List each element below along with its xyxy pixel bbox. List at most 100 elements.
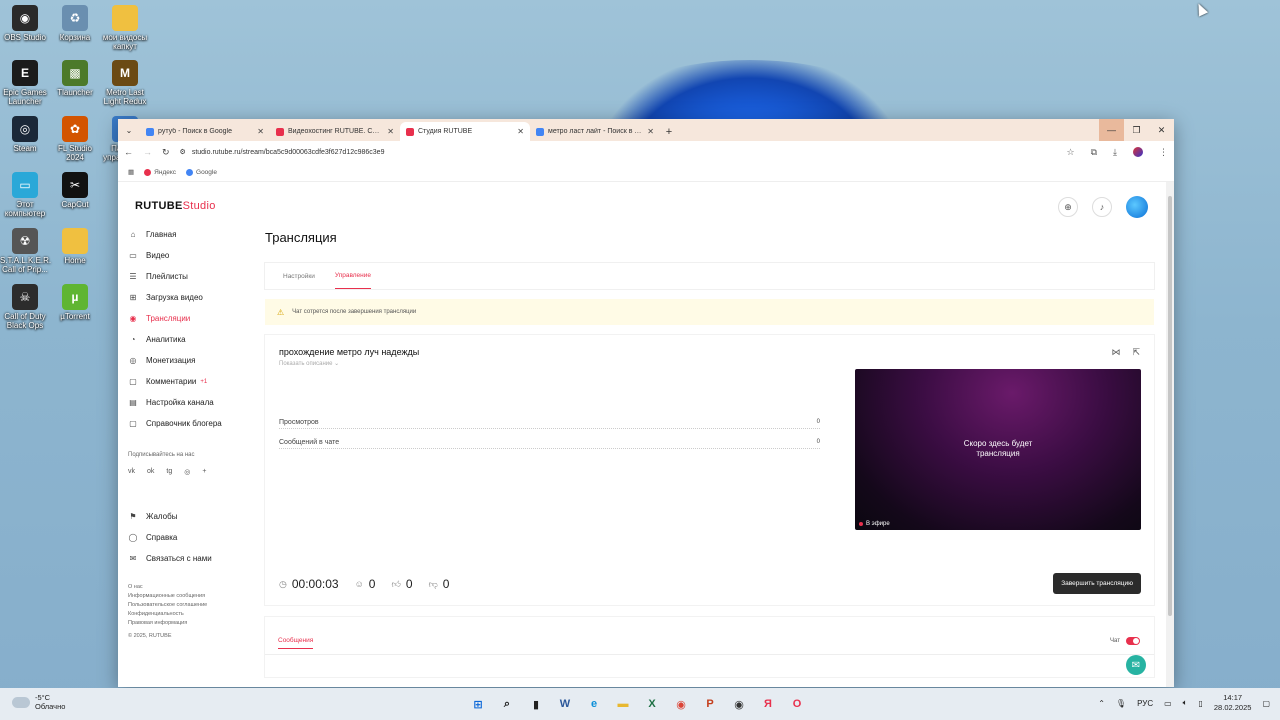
- site-info-icon[interactable]: ⚙: [180, 148, 186, 156]
- desktop-icon[interactable]: M Metro Last Light Redux: [100, 60, 150, 106]
- taskbar-start-icon[interactable]: ⊞: [468, 693, 488, 715]
- footer-link[interactable]: Правовая информация: [128, 619, 258, 628]
- desktop-icon[interactable]: ✿ FL Studio 2024: [50, 116, 100, 162]
- weather-widget[interactable]: -5°C Облачно: [12, 693, 65, 711]
- url-field[interactable]: ⚙ studio.rutube.ru/stream/bca5c9d00063cd…: [180, 148, 1057, 157]
- close-tab-icon[interactable]: ✕: [257, 127, 264, 136]
- sidebar-item-home[interactable]: ⌂ Главная: [128, 224, 258, 245]
- social-4-icon[interactable]: +: [202, 468, 206, 476]
- chevron-up-icon[interactable]: ⌃: [1098, 699, 1105, 708]
- stream-preview[interactable]: Скоро здесь будет трансляция В эфире: [855, 369, 1141, 530]
- desktop-icon[interactable]: ✂ CapCut: [50, 172, 100, 209]
- taskbar-yandex-icon[interactable]: Я: [758, 693, 778, 715]
- forward-icon[interactable]: →: [143, 147, 152, 157]
- user-avatar[interactable]: [1126, 196, 1148, 218]
- desktop-icon[interactable]: мои видосы капкут: [100, 5, 150, 51]
- sidebar-item-playlists[interactable]: ☰ Плейлисты: [128, 266, 258, 287]
- desktop-icon[interactable]: ▩ Tlauncher: [50, 60, 100, 97]
- reload-icon[interactable]: ↻: [162, 147, 170, 158]
- taskbar-word-icon[interactable]: W: [555, 693, 575, 715]
- footer-link[interactable]: Пользовательское соглашение: [128, 601, 258, 610]
- desktop-icon[interactable]: ☢ S.T.A.L.K.E.R. Call of Prip...: [0, 228, 51, 274]
- downloads-icon[interactable]: ⤓: [1113, 147, 1117, 158]
- social-2-icon[interactable]: tg: [166, 468, 172, 476]
- desktop-icon[interactable]: ◎ Steam: [0, 116, 50, 153]
- browser-tab[interactable]: Студия RUTUBE ✕: [400, 122, 530, 141]
- scrollbar-thumb[interactable]: [1168, 196, 1172, 616]
- sidebar-item-blogger-guide[interactable]: ▢ Справочник блогера: [128, 413, 258, 434]
- bookmark-item[interactable]: Google: [186, 168, 217, 176]
- chat-toggle[interactable]: [1126, 637, 1140, 645]
- taskbar-task-view-icon[interactable]: ▮: [526, 693, 546, 715]
- taskbar-opera-icon[interactable]: O: [787, 693, 807, 715]
- messages-tab[interactable]: Сообщения: [278, 637, 314, 649]
- browser-tab[interactable]: Видеохостинг RUTUBE. Смотр... ✕: [270, 122, 400, 141]
- desktop-icon[interactable]: ▭ Этот компьютер: [0, 172, 50, 218]
- sidebar-item-channel-settings[interactable]: ▤ Настройка канала: [128, 392, 258, 413]
- language-indicator[interactable]: РУС: [1137, 699, 1153, 708]
- social-0-icon[interactable]: vk: [128, 468, 135, 476]
- volume-icon[interactable]: 🔈︎: [1183, 698, 1188, 708]
- show-description-link[interactable]: Показать описание ⌄: [279, 360, 339, 367]
- support-chat-icon[interactable]: ✉: [1126, 655, 1146, 675]
- taskbar-obs-icon[interactable]: ◉: [729, 693, 749, 715]
- new-tab-button[interactable]: +: [660, 122, 678, 141]
- sidebar-item-help[interactable]: ◯ Справка: [128, 527, 258, 548]
- back-icon[interactable]: ←: [124, 147, 133, 157]
- clock[interactable]: 14:17 28.02.2025: [1214, 693, 1252, 713]
- bookmark-item[interactable]: Яндекс: [144, 168, 176, 176]
- footer-link[interactable]: Информационные сообщения: [128, 592, 258, 601]
- share-icon[interactable]: ⋈: [1111, 347, 1120, 358]
- extensions-icon[interactable]: ⧉: [1091, 147, 1097, 158]
- tab-1[interactable]: Управление: [334, 263, 372, 289]
- battery-icon[interactable]: ▯: [1198, 699, 1202, 708]
- footer-link[interactable]: О нас: [128, 583, 258, 592]
- browser-tab[interactable]: рутуб - Поиск в Google ✕: [140, 122, 270, 141]
- desktop-icon[interactable]: Home: [50, 228, 100, 265]
- tab-0[interactable]: Настройки: [283, 263, 315, 289]
- external-link-icon[interactable]: ⇱: [1132, 347, 1140, 358]
- page-scrollbar[interactable]: [1166, 182, 1174, 687]
- desktop-icon[interactable]: ☠ Call of Duty Black Ops: [0, 284, 50, 330]
- sidebar-item-comments[interactable]: ▢ Комментарии +1: [128, 371, 258, 392]
- rutube-studio-logo[interactable]: RUTUBEStudio: [135, 200, 216, 212]
- sidebar-item-monetization[interactable]: ◎ Монетизация: [128, 350, 258, 371]
- menu-icon[interactable]: ⋮: [1159, 147, 1168, 158]
- close-tab-icon[interactable]: ✕: [387, 127, 394, 136]
- mic-icon[interactable]: 🎙︎: [1116, 699, 1126, 708]
- close-tab-icon[interactable]: ✕: [517, 127, 524, 136]
- browser-tab[interactable]: метро ласт лайт - Поиск в Go... ✕: [530, 122, 660, 141]
- desktop-icon[interactable]: ◉ OBS Studio: [0, 5, 50, 42]
- close-tab-icon[interactable]: ✕: [647, 127, 654, 136]
- desktop-icon[interactable]: µ µTorrent: [50, 284, 100, 321]
- maximize-icon[interactable]: ❐: [1124, 119, 1149, 141]
- upload-icon[interactable]: ⊕: [1058, 197, 1078, 217]
- social-3-icon[interactable]: ◎: [184, 468, 190, 476]
- taskbar-chrome-icon[interactable]: ◉: [671, 693, 691, 715]
- desktop-icon[interactable]: ♻ Корзина: [50, 5, 100, 42]
- sidebar-item-analytics[interactable]: ◔ Аналитика: [128, 329, 258, 350]
- bell-icon[interactable]: ♪: [1092, 197, 1112, 217]
- bookmark-star-icon[interactable]: ☆: [1067, 147, 1075, 158]
- sidebar-item-contact[interactable]: ✉ Связаться с нами: [128, 548, 258, 569]
- sidebar-item-upload[interactable]: ⊞ Загрузка видео: [128, 287, 258, 308]
- taskbar-search-icon[interactable]: ⌕: [497, 693, 517, 715]
- notification-icon[interactable]: ▢: [1262, 699, 1270, 708]
- network-icon[interactable]: ▭: [1164, 699, 1172, 708]
- sidebar-item-complaints[interactable]: ⚑ Жалобы: [128, 506, 258, 527]
- sidebar-item-streams[interactable]: ◉ Трансляции: [128, 308, 258, 329]
- end-stream-button[interactable]: Завершить трансляцию: [1053, 573, 1141, 594]
- taskbar-excel-icon[interactable]: X: [642, 693, 662, 715]
- minimize-icon[interactable]: —: [1099, 119, 1124, 141]
- social-1-icon[interactable]: ok: [147, 468, 154, 476]
- sidebar-item-video[interactable]: ▭ Видео: [128, 245, 258, 266]
- apps-grid-icon[interactable]: ▦: [128, 168, 134, 176]
- profile-avatar[interactable]: [1133, 147, 1143, 157]
- close-window-icon[interactable]: ✕: [1149, 119, 1174, 141]
- taskbar-edge-icon[interactable]: e: [584, 693, 604, 715]
- footer-link[interactable]: Конфиденциальность: [128, 610, 258, 619]
- taskbar-powerpoint-icon[interactable]: P: [700, 693, 720, 715]
- tab-search-icon[interactable]: ⌄: [118, 119, 140, 141]
- taskbar-explorer-icon[interactable]: ▬: [613, 693, 633, 715]
- desktop-icon[interactable]: E Epic Games Launcher: [0, 60, 50, 106]
